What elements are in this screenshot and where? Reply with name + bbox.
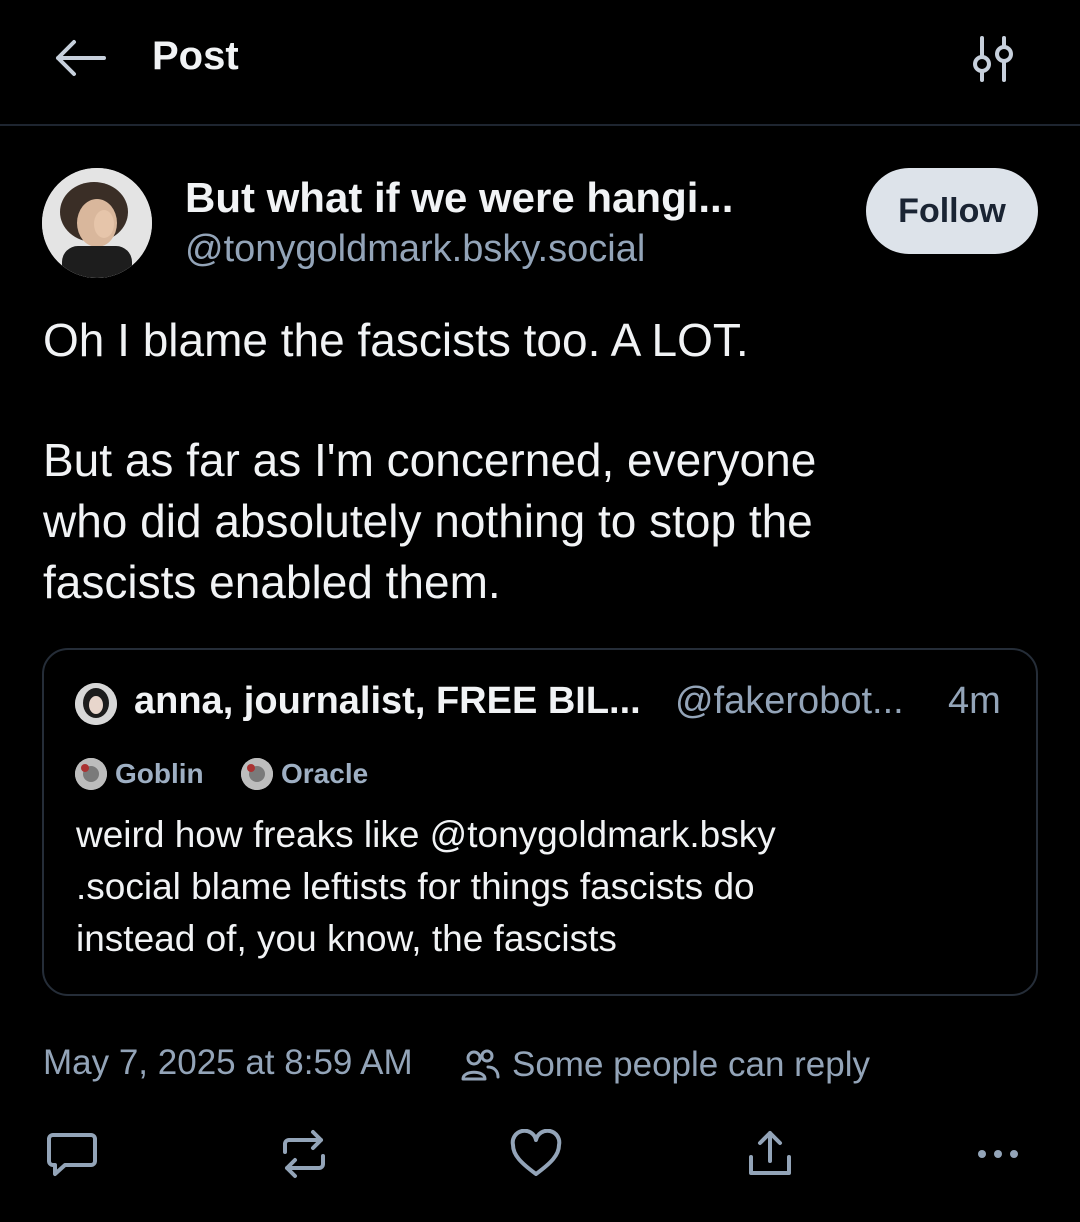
share-button[interactable] [740, 1124, 800, 1184]
heart-icon [510, 1129, 562, 1176]
quoted-post-time: 4m [948, 680, 1001, 722]
label-badge-oracle[interactable]: Oracle [241, 756, 368, 792]
quoted-text-line: weird how freaks like @tonygoldmark.bsky [76, 814, 776, 855]
avatar-image [42, 168, 152, 278]
quoted-author-handle[interactable]: @fakerobot... [675, 680, 904, 723]
quoted-text-line: .social blame leftists for things fascis… [76, 866, 755, 907]
follow-button[interactable]: Follow [866, 168, 1038, 254]
avatar-image [75, 683, 117, 725]
arrow-left-icon [56, 40, 106, 76]
goblin-badge-icon [75, 758, 107, 790]
post-text-line: fascists enabled them. [43, 556, 501, 608]
post-text-line: who did absolutely nothing to stop the [43, 495, 813, 547]
back-button[interactable] [52, 36, 108, 80]
sliders-icon [973, 36, 1013, 82]
post-text-line: Oh I blame the fascists too. A LOT. [43, 314, 749, 366]
share-icon [749, 1131, 791, 1175]
oracle-badge-icon [241, 758, 273, 790]
repost-icon [283, 1130, 325, 1178]
badge-label: Oracle [281, 758, 369, 789]
thread-settings-button[interactable] [968, 34, 1020, 84]
post-timestamp: May 7, 2025 at 8:59 AM [43, 1043, 413, 1082]
label-badge-goblin[interactable]: Goblin [75, 756, 204, 792]
like-button[interactable] [506, 1124, 566, 1184]
quoted-author-name[interactable]: anna, journalist, FREE BIL... [134, 680, 641, 723]
more-options-button[interactable] [968, 1124, 1028, 1184]
page-title: Post [152, 34, 239, 78]
speech-bubble-icon [47, 1133, 97, 1176]
reply-settings-label: Some people can reply [512, 1045, 870, 1084]
badge-label: Goblin [115, 758, 204, 789]
people-icon [461, 1049, 500, 1081]
repost-button[interactable] [274, 1124, 334, 1184]
quoted-text-line: instead of, you know, the fascists [76, 918, 617, 959]
reply-settings[interactable]: Some people can reply [460, 1043, 870, 1087]
reply-button[interactable] [42, 1124, 102, 1184]
ellipsis-icon [978, 1150, 1018, 1158]
author-handle[interactable]: @tonygoldmark.bsky.social [185, 228, 645, 271]
quoted-author-avatar[interactable] [75, 683, 117, 725]
post-text-line: But as far as I'm concerned, everyone [43, 434, 817, 486]
author-name[interactable]: But what if we were hangi... [185, 174, 733, 222]
author-avatar[interactable] [42, 168, 152, 278]
top-bar: Post [0, 0, 1080, 126]
